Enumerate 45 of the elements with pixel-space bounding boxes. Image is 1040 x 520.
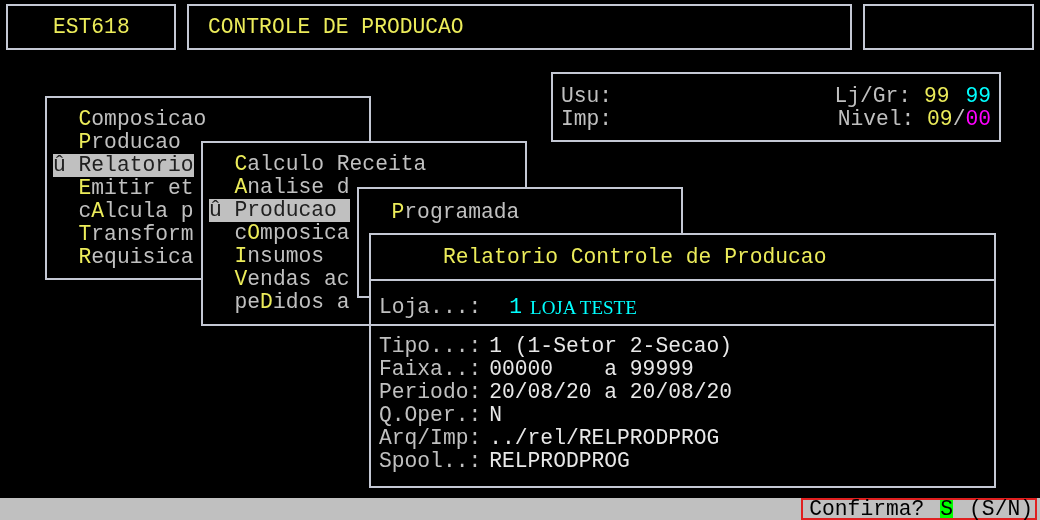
field-value: 00000 a 99999 [489, 358, 694, 381]
field-value: ../rel/RELPRODPROG [489, 427, 720, 450]
store-name: LOJA TESTE [530, 296, 637, 319]
menu-item[interactable]: Insumos [209, 245, 324, 268]
store-code: 1 [508, 296, 523, 319]
field-value: N [489, 404, 503, 427]
level-value: 00 [965, 108, 991, 131]
user-label: Usu: [561, 85, 613, 108]
store-value: 99 [923, 85, 950, 108]
menu-item[interactable]: cOmposica [209, 222, 350, 245]
menu-item[interactable]: Vendas ac [209, 268, 350, 291]
menu-item[interactable]: Composicao [53, 108, 207, 131]
group-value: 99 [965, 85, 991, 108]
menu-item[interactable]: Emitir et [53, 177, 194, 200]
field-value: 20/08/20 a 20/08/20 [489, 381, 733, 404]
field-label: Loja...: [379, 296, 482, 319]
answer-field[interactable]: S [940, 500, 954, 518]
program-code: EST618 [53, 15, 130, 39]
level-label: Nivel: [837, 108, 916, 131]
field-label: Faixa..: [379, 358, 482, 381]
screen-title: CONTROLE DE PRODUCAO [208, 15, 464, 39]
menu-item[interactable]: peDidos a [209, 291, 350, 314]
field-label: Periodo: [379, 381, 482, 404]
options-text: (S/N) [969, 500, 1033, 518]
level-value: 09 [927, 108, 953, 131]
prompt-text: Confirma? [809, 500, 925, 518]
field-label: Spool..: [379, 450, 482, 473]
menu-item[interactable]: Programada [366, 201, 520, 224]
menu-item[interactable]: Requisica [53, 246, 194, 269]
field-value: 1 (1-Setor 2-Secao) [489, 335, 733, 358]
field-label: Tipo...: [379, 335, 482, 358]
menu-item[interactable]: Calculo Receita [209, 153, 427, 176]
store-label: Lj/Gr: [834, 85, 913, 108]
separator-text: / [952, 108, 966, 131]
field-label: Arq/Imp: [379, 427, 482, 450]
menu-item[interactable]: û Producao [209, 199, 350, 222]
field-value: RELPRODPROG [489, 450, 630, 473]
field-label: Q.Oper.: [379, 404, 482, 427]
menu-item[interactable]: cAlcula p [53, 200, 194, 223]
printer-label: Imp: [561, 108, 613, 131]
menu-item[interactable]: Producao [53, 131, 181, 154]
menu-item[interactable]: Transform [53, 223, 194, 246]
menu-item[interactable]: Analise d [209, 176, 350, 199]
menu-item[interactable]: û Relatorio [53, 154, 194, 177]
dialog-title: Relatorio Controle de Producao [443, 245, 827, 269]
